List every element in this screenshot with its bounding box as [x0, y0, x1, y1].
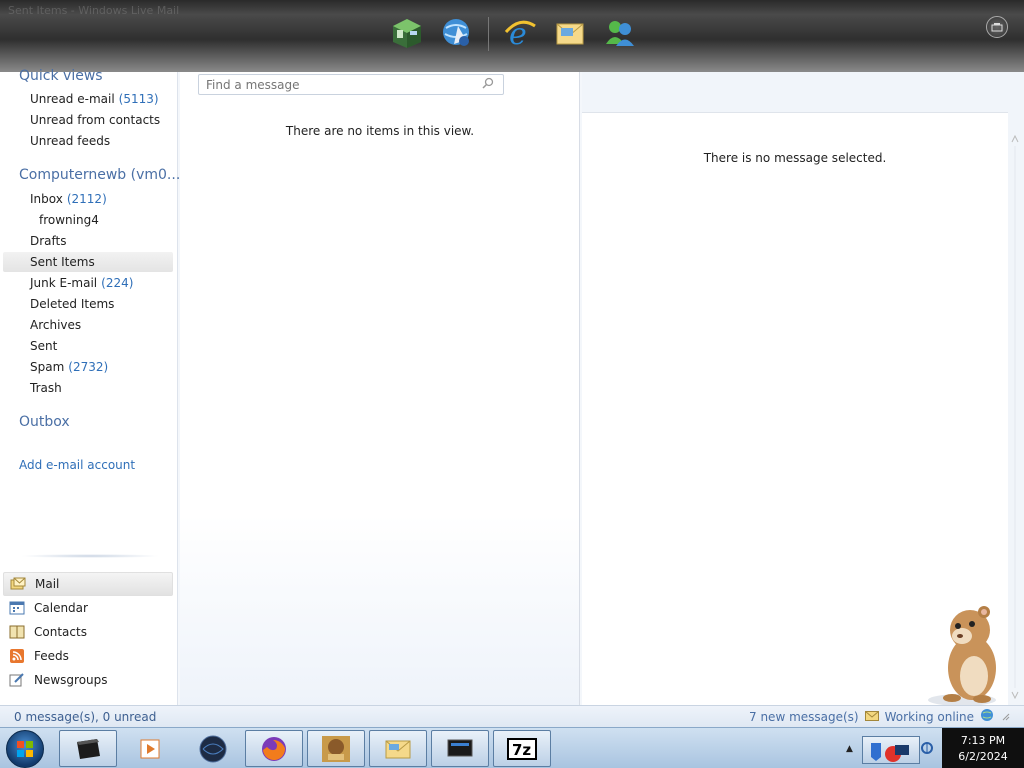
- new-messages-status[interactable]: 7 new message(s): [749, 710, 859, 724]
- rss-feed-icon: [9, 649, 25, 663]
- dock-icons: e: [388, 14, 639, 52]
- folder-deleted-items[interactable]: Deleted Items: [30, 294, 114, 314]
- folder-label: Trash: [30, 381, 62, 395]
- resize-grip-icon[interactable]: [1000, 710, 1010, 724]
- folder-frowning4[interactable]: frowning4: [39, 210, 99, 230]
- folder-trash[interactable]: Trash: [30, 378, 62, 398]
- contacts-icon: [9, 625, 25, 639]
- mail-icon: [10, 577, 26, 591]
- folder-label: Drafts: [30, 234, 67, 248]
- nav-calendar[interactable]: Calendar: [3, 596, 173, 620]
- network-tray-icon[interactable]: [920, 741, 934, 758]
- taskbar-item-terminal[interactable]: [59, 730, 117, 767]
- quick-view-unread-contacts[interactable]: Unread from contacts: [30, 110, 160, 130]
- nav-label: Contacts: [34, 625, 87, 639]
- status-right-group: 7 new message(s) Working online: [749, 708, 1010, 725]
- taskbar-item-media-player[interactable]: [120, 730, 178, 767]
- nav-contacts[interactable]: Contacts: [3, 620, 173, 644]
- taskbar-item-7zip[interactable]: 7z: [493, 730, 551, 767]
- taskbar-item-windows-live-mail[interactable]: [369, 730, 427, 767]
- network-globe-icon[interactable]: [438, 14, 476, 52]
- folder-sent-items[interactable]: Sent Items: [3, 252, 173, 272]
- top-dock: Sent Items - Windows Live Mail e: [0, 0, 1024, 72]
- taskbar-item-firefox[interactable]: [245, 730, 303, 767]
- folder-archives[interactable]: Archives: [30, 315, 81, 335]
- globe-icon: [980, 708, 994, 725]
- folder-drafts[interactable]: Drafts: [30, 231, 67, 251]
- message-count-status: 0 message(s), 0 unread: [14, 709, 157, 724]
- nav-label: Feeds: [34, 649, 69, 663]
- hamster-mascot-icon: [922, 600, 1012, 713]
- folder-label: Sent Items: [30, 255, 95, 269]
- account-heading[interactable]: Computernewb (vm0...: [19, 167, 180, 183]
- nav-label: Mail: [35, 577, 60, 591]
- folder-label: frowning4: [39, 213, 99, 227]
- nav-label: Newsgroups: [34, 673, 108, 687]
- nav-mail[interactable]: Mail: [3, 572, 173, 596]
- folder-label: Spam: [30, 360, 65, 374]
- nav-newsgroups[interactable]: Newsgroups: [3, 668, 173, 692]
- taskbar-item-monitor[interactable]: [431, 730, 489, 767]
- add-email-account-link[interactable]: Add e-mail account: [19, 458, 135, 472]
- unread-count: (5113): [118, 92, 159, 106]
- folder-label: Junk E-mail: [30, 276, 98, 290]
- folder-inbox[interactable]: Inbox (2112): [30, 189, 107, 209]
- folder-sent[interactable]: Sent: [30, 336, 57, 356]
- taskbar-item-sphere[interactable]: [184, 730, 242, 767]
- taskbar-item-box-game[interactable]: [307, 730, 365, 767]
- outbox-heading[interactable]: Outbox: [19, 414, 70, 430]
- folder-label: Unread feeds: [30, 134, 111, 148]
- system-tray: ▲ 7:13 PM 6/2/2024: [842, 728, 1024, 768]
- folder-label: Deleted Items: [30, 297, 115, 311]
- unread-count: (2112): [66, 192, 107, 206]
- folder-label: Unread e-mail: [30, 92, 115, 106]
- folder-pane: Quick views Unread e-mail (5113) Unread f…: [0, 68, 180, 705]
- nav-feeds[interactable]: Feeds: [3, 644, 173, 668]
- folder-label: Unread from contacts: [30, 113, 161, 127]
- unread-count: (2732): [68, 360, 109, 374]
- status-bar: 0 message(s), 0 unread 7 new message(s) …: [0, 705, 1024, 727]
- folder-junk-email[interactable]: Junk E-mail (224): [30, 273, 133, 293]
- message-list-pane: There are no items in this view.: [180, 72, 580, 705]
- tray-active-item[interactable]: [862, 736, 920, 764]
- hide-dock-icon[interactable]: [986, 16, 1008, 38]
- nav-label: Calendar: [34, 601, 88, 615]
- unread-count: (224): [101, 276, 134, 290]
- internet-explorer-icon[interactable]: e: [501, 14, 539, 52]
- empty-list-message: There are no items in this view.: [285, 124, 475, 138]
- desktop-cube-icon[interactable]: [388, 14, 426, 52]
- quick-view-unread-feeds[interactable]: Unread feeds: [30, 131, 110, 151]
- clock-date: 6/2/2024: [958, 750, 1008, 763]
- folder-label: Archives: [30, 318, 82, 332]
- calendar-icon: [9, 601, 25, 615]
- folder-spam[interactable]: Spam (2732): [30, 357, 108, 377]
- taskbar-clock[interactable]: 7:13 PM 6/2/2024: [942, 728, 1024, 768]
- search-icon[interactable]: [482, 77, 494, 92]
- folder-label: Inbox: [30, 192, 63, 206]
- messenger-buddies-icon[interactable]: [601, 14, 639, 52]
- no-message-selected: There is no message selected.: [703, 151, 887, 165]
- reading-pane-area: There is no message selected.: [582, 72, 1024, 706]
- start-button[interactable]: [6, 730, 44, 768]
- search-input[interactable]: [198, 74, 504, 95]
- newsgroups-icon: [9, 673, 25, 687]
- dock-separator: [488, 17, 489, 51]
- folder-label: Sent: [30, 339, 58, 353]
- quick-view-unread-email[interactable]: Unread e-mail (5113): [30, 89, 159, 109]
- taskbar: 7z ▲ 7:13 PM 6/2/2024: [0, 727, 1024, 768]
- envelope-icon: [864, 710, 879, 724]
- pane-divider: [20, 554, 160, 558]
- mail-envelope-icon[interactable]: [551, 14, 589, 52]
- tray-expand-icon[interactable]: ▲: [846, 744, 853, 754]
- clock-time: 7:13 PM: [960, 734, 1006, 747]
- svg-text:7z: 7z: [512, 741, 531, 759]
- online-status: Working online: [884, 709, 974, 724]
- window-title: Sent Items - Windows Live Mail: [8, 4, 180, 17]
- quick-views-heading[interactable]: Quick views: [19, 68, 103, 84]
